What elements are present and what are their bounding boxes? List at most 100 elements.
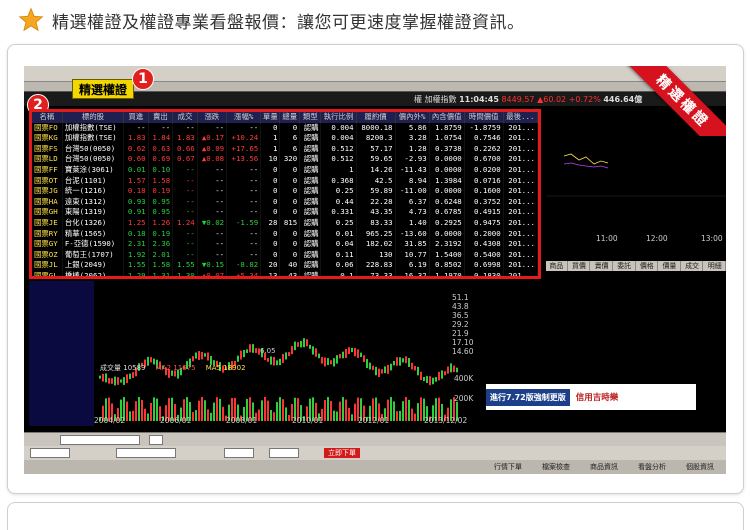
table-row[interactable]: 國票GH 東陽(1319) 0.91 0.95 -- -- -- 0 0 認購 0.331 43.35…	[32, 207, 538, 218]
table-cell: +10.24	[226, 133, 262, 144]
table-cell: 國票FS	[32, 143, 63, 155]
column-header[interactable]: 成交	[172, 112, 198, 123]
status-item[interactable]: 商品資訊	[590, 462, 618, 472]
update-notice[interactable]: 進行7.72版強制更版	[486, 388, 570, 406]
status-item[interactable]: 檔案檢查	[542, 462, 570, 472]
column-header[interactable]: 時間價值	[464, 112, 504, 123]
table-cell: 0.91	[123, 207, 149, 218]
table-cell: 橋椿(2062)	[62, 270, 125, 276]
table-row[interactable]: 國票JE 台化(1326) 1.25 1.26 1.24 ▼0.02 -1.59 28 815 認…	[32, 217, 538, 229]
order-tab[interactable]: 商品	[546, 261, 568, 271]
candle	[303, 338, 305, 348]
table-row[interactable]: 國票FF 寶萊涂(3061) 0.01 0.10 -- -- -- 0 0 認購 1 14.26 -11…	[32, 164, 538, 176]
table-cell: 0.63	[148, 143, 174, 155]
column-header[interactable]: 類型	[299, 112, 322, 123]
table-cell: 8000.18	[356, 122, 396, 134]
candle	[111, 378, 113, 384]
table-cell: -8.82	[226, 260, 262, 271]
code-input[interactable]	[116, 448, 176, 458]
table-cell: 0.5400	[464, 249, 504, 261]
table-cell: 1.25	[123, 217, 149, 229]
order-now-button[interactable]: 立即下單	[324, 448, 360, 458]
column-header[interactable]: 最後...	[503, 112, 538, 123]
table-cell: 1	[260, 133, 281, 144]
candle	[321, 357, 323, 364]
table-cell: 0	[260, 239, 281, 250]
table-cell: 0.6700	[464, 154, 504, 165]
table-cell: 國票OZ	[32, 249, 63, 261]
candle	[396, 357, 398, 366]
quote-time: 11:04:45	[459, 95, 499, 104]
candle	[411, 362, 413, 370]
kline-chart	[29, 281, 484, 426]
table-row[interactable]: 國票KG 加權指數(TSE) 1.83 1.84 1.83 ▲0.17 +10.24 1 6 認購…	[32, 133, 538, 144]
table-cell: --	[172, 228, 198, 240]
column-header[interactable]: 賣出	[148, 112, 174, 123]
column-header[interactable]: 漲幅%	[226, 112, 262, 123]
warrant-quote-table[interactable]: 名稱 標的股 買進 賣出 成交 漲跌 漲幅% 單量 總量 類型 執行比例 履約價 價內外% 內含價值 時間價…	[29, 109, 541, 279]
symbol-input[interactable]	[60, 435, 140, 445]
order-tab[interactable]: 成交	[682, 261, 704, 271]
table-row[interactable]: 國票GY F-亞德(1590) 2.31 2.36 -- -- -- 0 0 認購 0.04 182.…	[32, 239, 538, 250]
table-cell: 965.25	[356, 228, 396, 240]
candle	[285, 352, 287, 360]
table-row[interactable]: 國票OZ 葡萄王(1707) 1.92 2.01 -- -- -- 0 0 認購 0.11 130 10…	[32, 249, 538, 261]
column-header[interactable]: 內含價值	[429, 112, 465, 123]
order-tab[interactable]: 明細	[704, 261, 726, 271]
order-tab[interactable]: 委託	[614, 261, 636, 271]
order-tab[interactable]: 賣價	[591, 261, 613, 271]
column-header[interactable]: 名稱	[32, 112, 63, 123]
tab-featured-warrants[interactable]: 精選權證	[72, 79, 135, 99]
candle	[375, 366, 377, 376]
table-row[interactable]: 國票HA 遠東(1312) 0.93 0.95 -- -- -- 0 0 認購 0.44 22.28 6…	[32, 196, 538, 208]
table-cell: 201...	[503, 122, 538, 134]
column-header[interactable]: 總量	[279, 112, 301, 123]
column-header[interactable]: 履約價	[356, 112, 396, 123]
order-tab[interactable]: 價格	[637, 261, 659, 271]
query-button[interactable]	[149, 435, 163, 445]
candle	[240, 350, 242, 360]
status-item[interactable]: 個股資訊	[686, 462, 714, 472]
order-tab[interactable]: 價量	[659, 261, 681, 271]
column-header[interactable]: 買進	[123, 112, 149, 123]
page: 精選權證及權證專業看盤報價：讓您可更速度掌握權證資訊。 精選權證 1 2 權 加…	[0, 0, 750, 530]
column-header[interactable]: 執行比例	[320, 112, 357, 123]
credit-promo[interactable]: 信用吉時樂	[576, 391, 619, 403]
table-cell: 0.4915	[464, 207, 504, 218]
table-row[interactable]: 國票FS 台灣50(0050) 0.62 0.63 0.66 ▲0.09 +17.65 1 6 認…	[32, 143, 538, 155]
table-row[interactable]: 國票LD 台灣50(0050) 0.60 0.69 0.67 ▲0.08 +13.56 10 3…	[32, 154, 538, 165]
column-header[interactable]: 單量	[260, 112, 281, 123]
column-header[interactable]: 標的股	[62, 112, 125, 123]
candle	[129, 373, 131, 380]
table-cell: 國票GH	[32, 207, 63, 218]
candle	[315, 348, 317, 357]
candle	[192, 356, 194, 362]
table-cell: 0.512	[320, 154, 357, 165]
status-item[interactable]: 行情下單	[494, 462, 522, 472]
candle	[132, 372, 134, 378]
qty-input[interactable]	[224, 448, 254, 458]
table-cell: 0	[279, 196, 301, 208]
column-header[interactable]: 價內外%	[395, 112, 430, 123]
table-row[interactable]: 國票OT 台泥(1101) 1.57 1.58 -- -- -- 0 0 認購 0.368 42.5 8…	[32, 175, 538, 187]
table-cell: 0	[260, 207, 281, 218]
table-cell: 0	[279, 186, 301, 197]
column-header[interactable]: 漲跌	[197, 112, 228, 123]
order-type-select[interactable]	[30, 448, 70, 458]
candle	[312, 346, 314, 355]
ad-banner[interactable]: 進行7.72版強制更版 信用吉時樂	[486, 384, 696, 410]
candle	[279, 358, 281, 366]
table-row[interactable]: 國票FO 加權指數(TSE) -- -- -- -- -- 0 0 認購 0.004 8000.18 5…	[32, 122, 538, 134]
table-row[interactable]: 國票JL 上銀(2049) 1.55 1.58 1.55 ▼0.15 -8.82 20 40 認購…	[32, 260, 538, 271]
order-tab[interactable]: 買價	[569, 261, 591, 271]
table-cell: --	[197, 186, 228, 197]
table-row[interactable]: 國票JG 統一(1216) 0.18 0.19 -- -- -- 0 0 認購 0.25 59.89-…	[32, 186, 538, 197]
table-cell: --	[172, 175, 198, 187]
price-input[interactable]	[269, 448, 299, 458]
candle	[252, 344, 254, 353]
order-tabs[interactable]: 商品 買價 賣價 委託 價格 價量 成交 明細	[546, 261, 726, 271]
status-item[interactable]: 看盤分析	[638, 462, 666, 472]
table-row[interactable]: 國票GL 橋椿(2062) 1.29 1.31 1.30 ▲0.07 +5.34 13 43 認購…	[32, 270, 538, 276]
table-cell: 3.28	[395, 133, 430, 144]
table-row[interactable]: 國票RY 精華(1565) 0.18 0.19 -- -- -- 0 0 認購 0.01 965.25…	[32, 228, 538, 240]
